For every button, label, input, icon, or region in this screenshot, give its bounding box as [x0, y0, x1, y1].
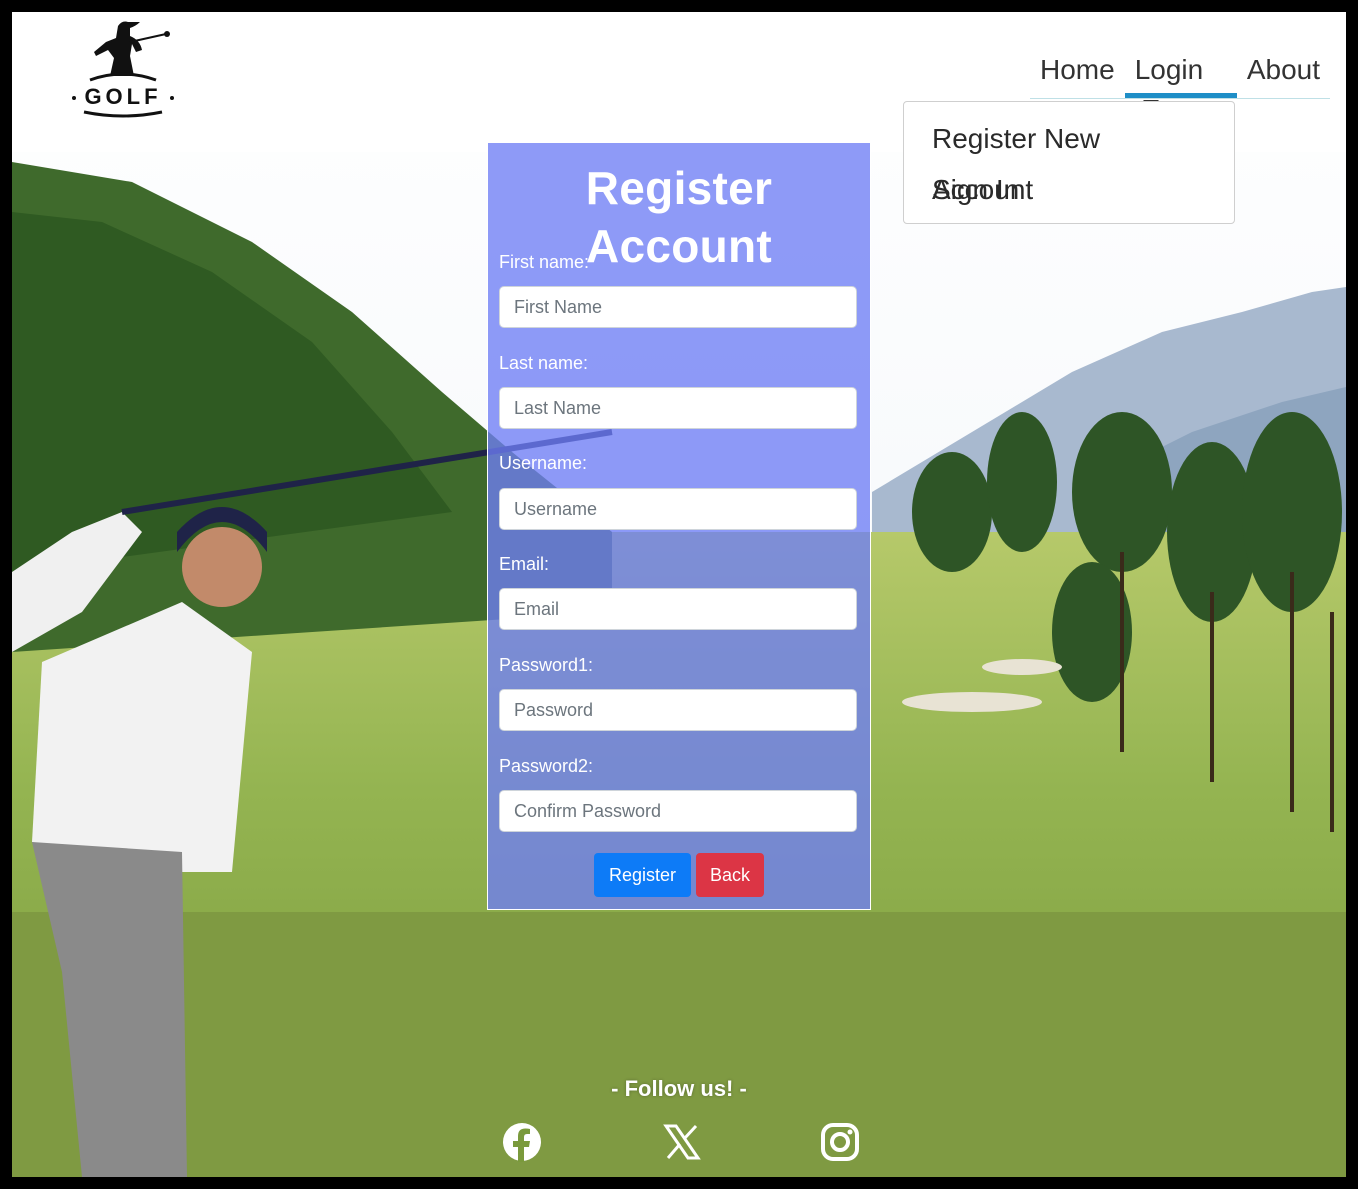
- nav-about-label: About: [1246, 54, 1320, 85]
- nav-about[interactable]: About: [1237, 50, 1330, 96]
- last-name-input[interactable]: [499, 387, 857, 429]
- instagram-icon[interactable]: [820, 1122, 860, 1162]
- main-nav: Home Login About: [1030, 50, 1330, 108]
- facebook-icon[interactable]: [502, 1122, 542, 1162]
- password2-label: Password2:: [499, 756, 594, 776]
- back-button[interactable]: Back: [696, 853, 764, 897]
- logo-text: GOLF: [84, 84, 161, 109]
- first-name-input[interactable]: [499, 286, 857, 328]
- x-icon[interactable]: [662, 1122, 702, 1162]
- first-name-label: First name:: [499, 252, 590, 272]
- register-form: Register Account First name: Last name: …: [487, 142, 871, 910]
- follow-us-text: - Follow us! -: [611, 1076, 747, 1101]
- form-title: Register Account: [585, 162, 773, 272]
- password-input[interactable]: [499, 689, 857, 731]
- last-name-label: Last name:: [499, 353, 589, 373]
- email-label: Email:: [499, 554, 550, 574]
- menu-item-sign-in[interactable]: Sign In: [904, 164, 1234, 215]
- menu-item-register[interactable]: Register New Account: [904, 113, 1234, 205]
- nav-login-label: Login: [1134, 54, 1204, 85]
- email-input[interactable]: [499, 588, 857, 630]
- login-dropdown-menu: Register New Account Sign In: [903, 101, 1235, 224]
- browser-viewport: GOLF Home Login About Register New Accou…: [12, 12, 1346, 1177]
- nav-home-label: Home: [1040, 54, 1115, 85]
- golfer-logo-icon[interactable]: GOLF: [70, 16, 176, 128]
- username-input[interactable]: [499, 488, 857, 530]
- username-label: Username:: [499, 453, 588, 473]
- confirm-password-input[interactable]: [499, 790, 857, 832]
- password1-label: Password1:: [499, 655, 594, 675]
- nav-login[interactable]: Login: [1124, 50, 1237, 108]
- nav-home[interactable]: Home: [1030, 50, 1125, 96]
- register-button[interactable]: Register: [594, 853, 691, 897]
